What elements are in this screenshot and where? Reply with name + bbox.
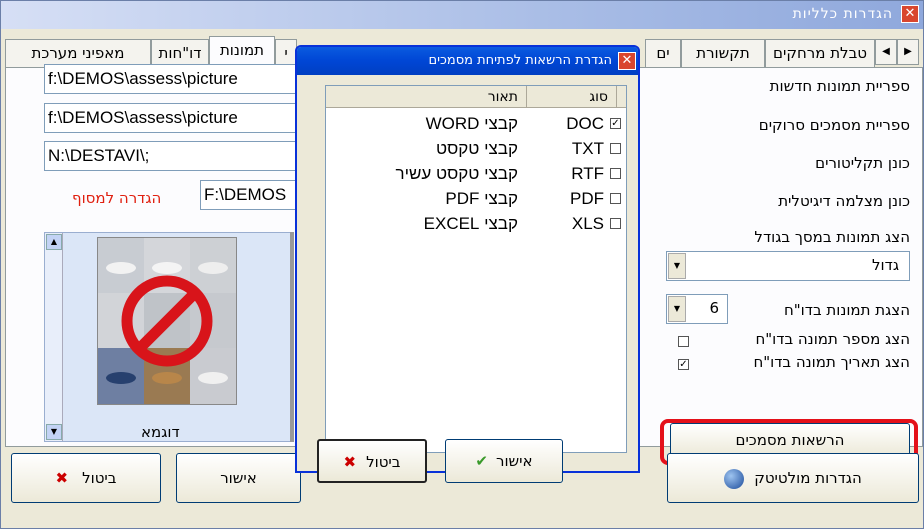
list-header: סוג תאור <box>326 86 626 108</box>
list-item[interactable]: RTF קבצי טקסט עשיר <box>326 162 626 186</box>
header-description: תאור <box>487 89 518 105</box>
no-entry-icon <box>98 238 236 404</box>
doc-permissions-button[interactable]: הרשאות מסמכים <box>670 423 910 457</box>
file-type-description: קבצי טקסט <box>436 139 518 158</box>
tab-partial[interactable]: י <box>275 39 297 67</box>
set-terminal-label: הגדרה למסוף <box>72 189 162 207</box>
file-type-checkbox[interactable]: ✓ <box>610 118 621 129</box>
cancel-label: ביטול <box>82 469 117 487</box>
tab-scroll-right-icon[interactable]: ▶ <box>897 39 919 65</box>
tab-scroll-left-icon[interactable]: ◀ <box>875 39 897 65</box>
header-check-col <box>616 86 626 108</box>
close-icon[interactable]: ✕ <box>901 5 919 23</box>
checkmark-icon: ✔ <box>475 452 488 470</box>
preview-divider <box>290 232 294 442</box>
tab-system-properties[interactable]: מאפיני מערכת <box>5 39 151 67</box>
title-bar: הגדרות כלליות ✕ <box>1 1 923 29</box>
show-pictures-size-label: הצג תמונות במסך בגודל <box>754 228 910 246</box>
file-types-list: סוג תאור ✓ DOC קבצי WORD TXT קבצי טקסט RTF קבצ… <box>325 85 627 453</box>
scanned-docs-folder-field[interactable]: f:\DEMOS\assess\picture <box>44 103 304 133</box>
x-icon: ✖ <box>55 469 69 487</box>
show-pic-date-checkbox[interactable]: ✓ <box>678 359 689 370</box>
show-pic-number-label: הצג מספר תמונה בדו"ח <box>755 330 910 348</box>
dialog-title: הגדרת הרשאות לפתיחת מסמכים <box>428 53 612 68</box>
picture-size-value: גדול <box>872 256 899 274</box>
show-pic-number-checkbox[interactable] <box>678 336 689 347</box>
file-type-description: קבצי טקסט עשיר <box>395 164 519 183</box>
cancel-button[interactable]: ✖ ביטול <box>11 453 161 503</box>
header-type: סוג <box>526 86 616 108</box>
new-pictures-lib-label: ספריית תמונות חדשות <box>769 77 910 95</box>
file-type-code: XLS <box>571 214 604 233</box>
dialog-title-bar: הגדרת הרשאות לפתיחת מסמכים ✕ <box>297 47 638 75</box>
list-item[interactable]: TXT קבצי טקסט <box>326 137 626 161</box>
preview-scrollbar[interactable] <box>45 233 63 441</box>
file-type-checkbox[interactable] <box>610 143 621 154</box>
scanned-docs-lib-label: ספריית מסמכים סרוקים <box>758 116 910 134</box>
x-icon: ✖ <box>343 453 357 471</box>
file-type-code: PDF <box>570 189 604 208</box>
file-type-code: TXT <box>571 139 604 158</box>
tab-communication[interactable]: תקשורת <box>681 39 765 67</box>
file-type-code: DOC <box>566 114 604 133</box>
pictures-folder-field[interactable]: f:\DEMOS\assess\picture <box>44 64 304 94</box>
sample-preview: ▲ ▼ דוגמא <box>44 232 294 442</box>
camera-drive-label: כונן מצלמה דיגיטלית <box>778 192 910 210</box>
permissions-dialog: הגדרת הרשאות לפתיחת מסמכים ✕ סוג תאור ✓ D… <box>295 45 640 483</box>
show-pic-date-label: הצג תאריך תמונה בדו"ח <box>753 353 910 371</box>
sample-label: דוגמא <box>141 423 180 441</box>
file-type-code: RTF <box>571 164 604 183</box>
chevron-down-icon[interactable]: ▼ <box>668 296 686 322</box>
globe-icon <box>724 468 745 489</box>
dialog-ok-button[interactable]: ✔ אישור <box>445 439 563 483</box>
chevron-down-icon[interactable]: ▼ <box>668 253 686 279</box>
scroll-up-icon[interactable]: ▲ <box>46 234 62 250</box>
scroll-down-icon[interactable]: ▼ <box>46 424 62 440</box>
file-type-description: קבצי EXCEL <box>423 214 518 233</box>
ok-button[interactable]: אישור <box>176 453 301 503</box>
file-type-checkbox[interactable] <box>610 218 621 229</box>
close-icon[interactable]: ✕ <box>618 52 636 70</box>
list-item[interactable]: XLS קבצי EXCEL <box>326 212 626 236</box>
dialog-cancel-button[interactable]: ✖ ביטול <box>317 439 427 483</box>
tab-partial-2[interactable]: ים <box>645 39 681 67</box>
picture-size-select[interactable]: ▼ גדול <box>666 251 910 281</box>
list-item[interactable]: ✓ DOC קבצי WORD <box>326 112 626 136</box>
multitech-label: הגדרות מולטיטק <box>754 469 862 487</box>
pictures-in-report-label: הצגת תמונות בדו"ח <box>783 301 910 319</box>
list-item[interactable]: PDF קבצי PDF <box>326 187 626 211</box>
file-type-checkbox[interactable] <box>610 168 621 179</box>
cd-drive-field[interactable]: N:\DESTAVI\; <box>44 141 304 171</box>
file-type-description: קבצי PDF <box>445 189 518 208</box>
window-title: הגדרות כלליות <box>792 6 893 22</box>
multitech-settings-button[interactable]: הגדרות מולטיטק <box>667 453 919 503</box>
ok-label: אישור <box>220 469 257 487</box>
camera-drive-field[interactable]: F:\DEMOS <box>200 180 304 210</box>
dialog-ok-label: אישור <box>496 452 533 470</box>
pictures-count-select[interactable]: ▼ 6 <box>666 294 728 324</box>
file-type-checkbox[interactable] <box>610 193 621 204</box>
tab-reports[interactable]: דו"חות <box>151 39 209 67</box>
sample-image <box>97 237 237 405</box>
file-type-description: קבצי WORD <box>425 114 518 133</box>
dialog-cancel-label: ביטול <box>366 453 401 471</box>
tab-distance-table[interactable]: טבלת מרחקים <box>765 39 875 67</box>
cd-drive-label: כונן תקליטורים <box>815 154 910 172</box>
pictures-count-value: 6 <box>709 299 719 317</box>
